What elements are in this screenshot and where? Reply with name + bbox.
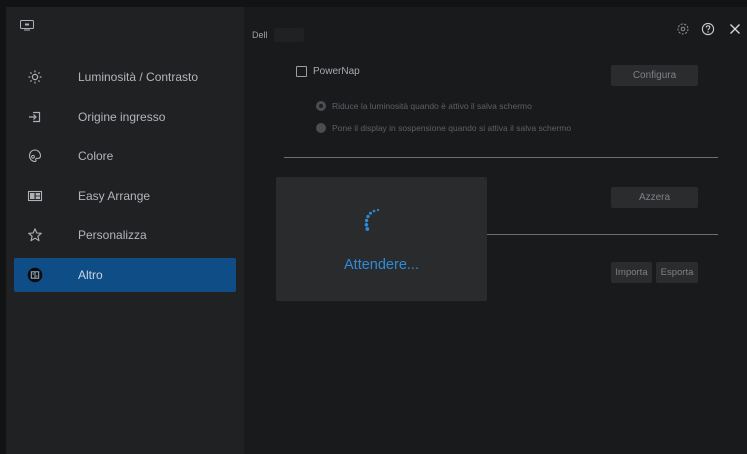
sidebar-item-personalize[interactable]: Personalizza <box>14 218 236 252</box>
easy-arrange-icon <box>27 190 43 201</box>
sidebar-nav: Luminosità / Contrasto Origine ingresso … <box>14 60 236 297</box>
input-source-icon <box>29 111 41 122</box>
sidebar-item-brightness-contrast[interactable]: Luminosità / Contrasto <box>14 60 236 94</box>
app-window: Luminosità / Contrasto Origine ingresso … <box>6 7 747 454</box>
monitor-selector[interactable]: Dell <box>252 26 304 44</box>
sidebar-item-label: Luminosità / Contrasto <box>78 70 199 84</box>
powernap-checkbox[interactable] <box>296 66 307 77</box>
radio-label-sleep: Pone il display in sospensione quando si… <box>332 123 572 133</box>
settings-icon[interactable] <box>675 21 691 37</box>
powernap-row: PowerNap <box>296 66 360 77</box>
star-icon <box>28 228 42 242</box>
section-divider <box>487 234 718 235</box>
sidebar-item-label: Easy Arrange <box>78 188 151 203</box>
section-divider <box>284 157 718 158</box>
reset-button[interactable]: Azzera <box>611 187 698 208</box>
monitor-name-label: Dell <box>252 30 268 40</box>
sidebar-item-other[interactable]: Altro <box>14 257 236 292</box>
configure-button[interactable]: Configura <box>611 65 698 86</box>
radio-option-sleep[interactable]: Pone il display in sospensione quando si… <box>316 123 571 133</box>
other-icon <box>27 267 43 282</box>
loading-dialog: Attendere... <box>276 177 487 301</box>
close-icon[interactable] <box>727 21 743 37</box>
sidebar-item-input-source[interactable]: Origine ingresso <box>14 100 236 134</box>
sidebar-item-label: Personalizza <box>78 228 147 242</box>
loading-spinner-icon <box>364 208 380 231</box>
sidebar-header <box>6 7 244 47</box>
sidebar-item-label: Altro <box>78 267 103 282</box>
loading-text: Attendere... <box>344 257 419 273</box>
import-button[interactable]: Importa <box>611 262 652 283</box>
sidebar-item-color[interactable]: Colore <box>14 139 236 173</box>
sidebar-item-label: Colore <box>78 149 114 163</box>
monitor-model-chip <box>273 28 304 42</box>
radio-option-dim[interactable]: Riduce la luminosità quando è attivo il … <box>316 101 532 111</box>
sidebar-item-easy-arrange[interactable]: Easy Arrange <box>14 179 236 213</box>
sidebar: Luminosità / Contrasto Origine ingresso … <box>6 7 244 454</box>
radio-sleep[interactable] <box>316 123 326 133</box>
sidebar-item-label: Origine ingresso <box>78 109 166 124</box>
color-icon <box>28 149 42 163</box>
monitor-icon <box>20 20 34 31</box>
export-button[interactable]: Esporta <box>656 262 698 283</box>
help-icon[interactable] <box>700 21 716 37</box>
radio-dim-selected[interactable] <box>316 101 326 111</box>
powernap-label: PowerNap <box>313 66 360 77</box>
radio-label-dim: Riduce la luminosità quando è attivo il … <box>332 101 532 111</box>
brightness-icon <box>28 70 42 84</box>
